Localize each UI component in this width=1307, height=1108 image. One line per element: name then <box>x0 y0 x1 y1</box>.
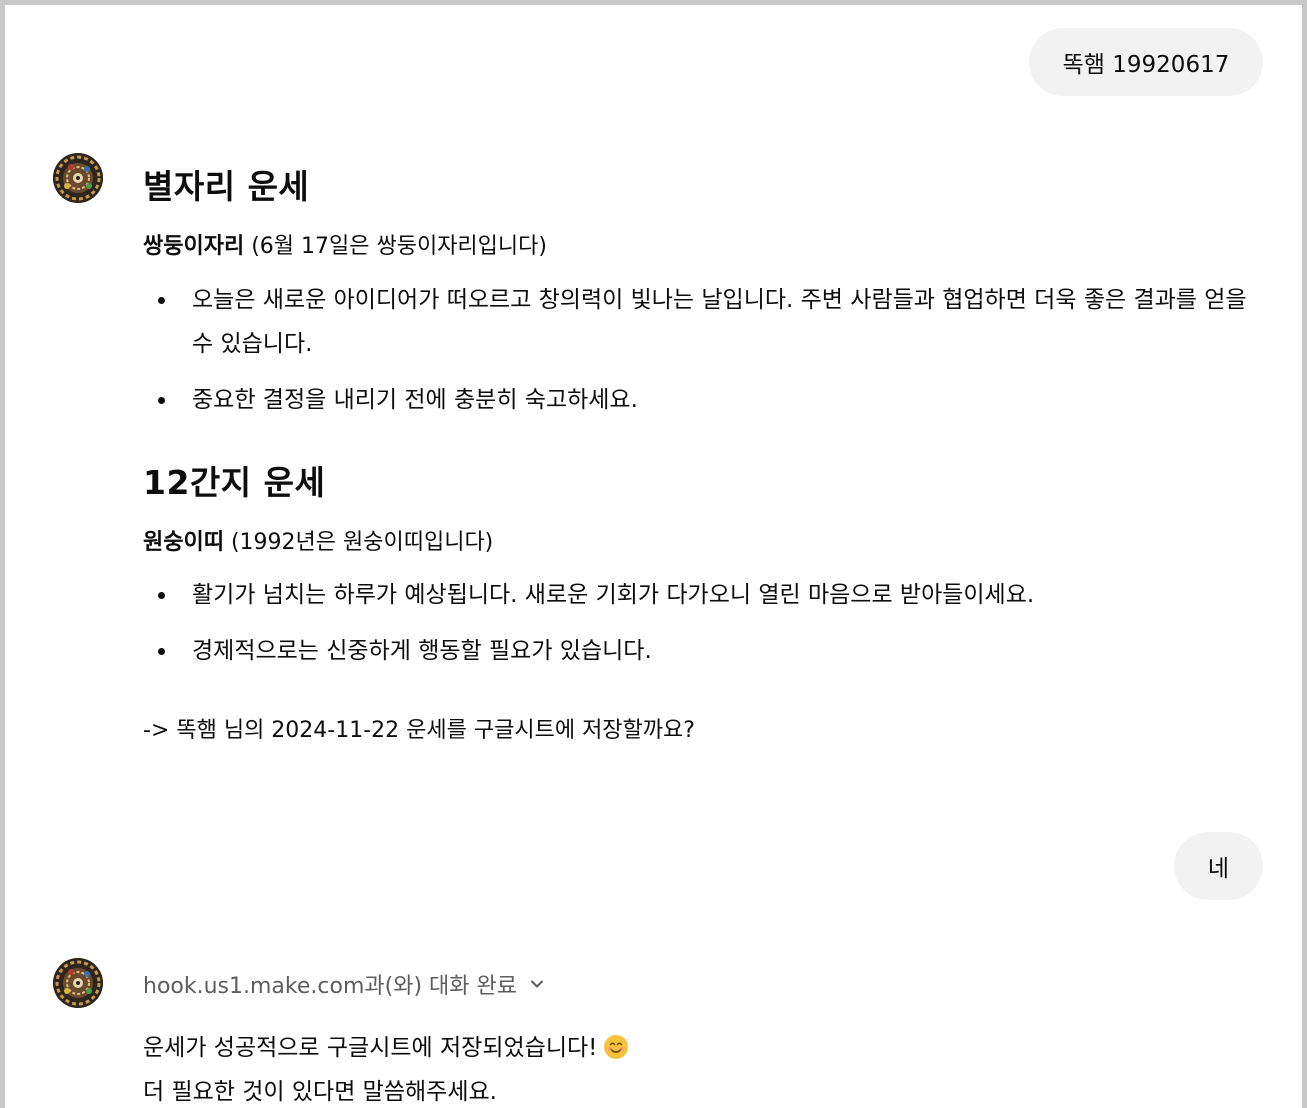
zodiac-sign: 원숭이띠 <box>143 530 224 555</box>
assistant-avatar-icon <box>53 958 103 1008</box>
reply-text: 운세가 성공적으로 구글시트에 저장되었습니다! <box>143 1035 598 1061</box>
assistant-reply-line: 운세가 성공적으로 구글시트에 저장되었습니다! <box>143 1028 629 1062</box>
list-item: 중요한 결정을 내리기 전에 충분히 숙고하세요. <box>143 378 1247 422</box>
assistant-avatar-icon <box>53 153 103 203</box>
horoscope-heading: 별자리 운세 <box>143 167 310 206</box>
horoscope-list: 오늘은 새로운 아이디어가 떠오르고 창의력이 빛나는 날입니다. 주변 사람들… <box>143 278 1247 434</box>
user-message-bubble: 똑햄 19920617 <box>1029 28 1263 96</box>
user-message-text: 네 <box>1207 856 1230 882</box>
horoscope-sign: 쌍둥이자리 <box>143 234 245 259</box>
zodiac-sign-line: 원숭이띠 (1992년은 원숭이띠입니다) <box>143 524 493 556</box>
user-message-text: 똑햄 19920617 <box>1062 52 1230 78</box>
user-message-bubble: 네 <box>1174 832 1263 900</box>
zodiac-heading: 12간지 운세 <box>143 463 326 502</box>
horoscope-sign-line: 쌍둥이자리 (6월 17일은 쌍둥이자리입니다) <box>143 228 547 260</box>
tool-status-toggle[interactable]: hook.us1.make.com과(와) 대화 완료 <box>143 968 547 1000</box>
chevron-down-icon <box>530 980 543 988</box>
assistant-reply-line: 더 필요한 것이 있다면 말씀해주세요. <box>143 1072 497 1106</box>
list-item: 활기가 넘치는 하루가 예상됩니다. 새로운 기회가 다가오니 열린 마음으로 … <box>143 573 1247 617</box>
zodiac-list: 활기가 넘치는 하루가 예상됩니다. 새로운 기회가 다가오니 열린 마음으로 … <box>143 573 1247 685</box>
list-item: 오늘은 새로운 아이디어가 떠오르고 창의력이 빛나는 날입니다. 주변 사람들… <box>143 278 1247 366</box>
horoscope-sign-note: (6월 17일은 쌍둥이자리입니다) <box>244 234 547 259</box>
list-item: 경제적으로는 신중하게 행동할 필요가 있습니다. <box>143 629 1247 673</box>
zodiac-sign-note: (1992년은 원숭이띠입니다) <box>223 530 494 555</box>
reply-text: 더 필요한 것이 있다면 말씀해주세요. <box>143 1079 497 1105</box>
tool-status-text: hook.us1.make.com과(와) 대화 완료 <box>143 974 517 999</box>
smiling-face-emoji <box>604 1035 629 1059</box>
save-prompt: -> 똑햄 님의 2024-11-22 운세를 구글시트에 저장할까요? <box>143 718 695 743</box>
